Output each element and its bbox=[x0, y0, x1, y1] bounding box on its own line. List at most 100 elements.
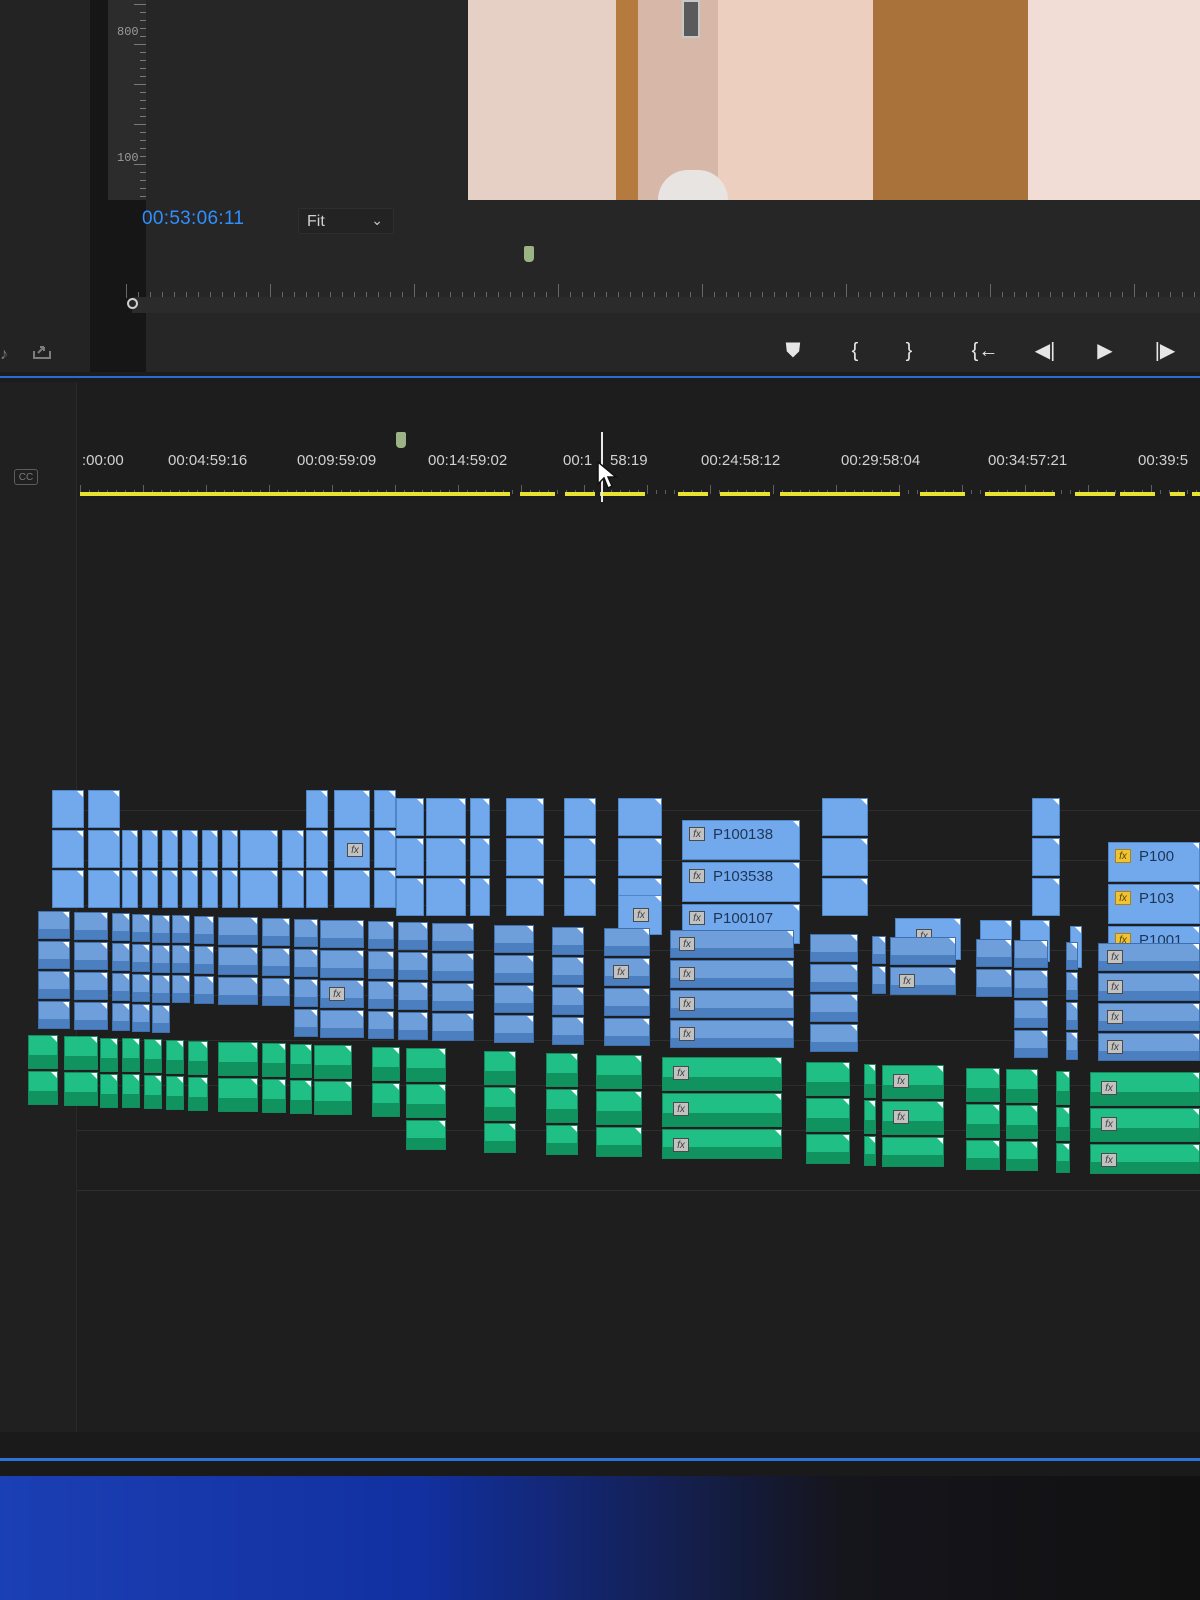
video-clip[interactable] bbox=[822, 878, 868, 916]
audio-clip[interactable] bbox=[966, 1140, 1000, 1170]
audio-clip[interactable] bbox=[166, 1076, 184, 1110]
play-button[interactable]: ▶ bbox=[1088, 336, 1122, 366]
audio-clip[interactable] bbox=[398, 952, 428, 980]
audio-clip[interactable] bbox=[172, 975, 190, 1003]
audio-clip[interactable] bbox=[596, 1127, 642, 1157]
video-clip[interactable] bbox=[52, 870, 84, 908]
audio-clip[interactable] bbox=[188, 1041, 208, 1075]
audio-clip[interactable] bbox=[1006, 1105, 1038, 1139]
audio-clip[interactable] bbox=[262, 978, 290, 1006]
audio-clip[interactable] bbox=[112, 973, 130, 1001]
audio-clip[interactable] bbox=[262, 948, 290, 976]
video-clip[interactable] bbox=[374, 830, 396, 868]
audio-clip[interactable] bbox=[398, 922, 428, 950]
step-forward-button[interactable]: |▶ bbox=[1148, 336, 1182, 366]
audio-clip[interactable] bbox=[1014, 970, 1048, 998]
audio-clip[interactable] bbox=[1056, 1143, 1070, 1173]
fx-icon[interactable]: fx bbox=[689, 827, 705, 841]
fx-icon[interactable]: fx bbox=[679, 967, 695, 981]
audio-clip[interactable] bbox=[494, 1015, 534, 1043]
audio-clip[interactable] bbox=[810, 964, 858, 992]
fx-icon[interactable]: fx bbox=[1101, 1153, 1117, 1167]
audio-clip[interactable] bbox=[100, 1074, 118, 1108]
video-clip[interactable] bbox=[122, 870, 138, 908]
video-clip[interactable] bbox=[564, 878, 596, 916]
monitor-playhead-handle[interactable] bbox=[127, 298, 138, 309]
audio-clip[interactable] bbox=[294, 1009, 318, 1037]
audio-clip[interactable] bbox=[144, 1039, 162, 1073]
audio-clip[interactable]: fx bbox=[670, 1020, 794, 1048]
fx-icon[interactable]: fx bbox=[673, 1138, 689, 1152]
audio-clip[interactable] bbox=[1066, 972, 1078, 1000]
monitor-time-ruler[interactable] bbox=[126, 276, 1200, 298]
video-clip[interactable] bbox=[162, 870, 178, 908]
video-clip[interactable] bbox=[222, 870, 238, 908]
audio-clip[interactable] bbox=[320, 920, 364, 948]
fx-icon[interactable]: fx bbox=[679, 937, 695, 951]
audio-clip[interactable] bbox=[314, 1045, 352, 1079]
video-clip[interactable] bbox=[202, 830, 218, 868]
fx-icon[interactable]: fx bbox=[1107, 950, 1123, 964]
audio-clip[interactable] bbox=[976, 969, 1012, 997]
audio-clip[interactable] bbox=[218, 1078, 258, 1112]
audio-clip[interactable] bbox=[976, 939, 1012, 967]
audio-clip[interactable] bbox=[806, 1098, 850, 1132]
audio-clip[interactable]: fx bbox=[662, 1129, 782, 1159]
audio-clip[interactable] bbox=[74, 942, 108, 970]
audio-clip[interactable]: fx bbox=[670, 930, 794, 958]
monitor-marker[interactable] bbox=[524, 246, 534, 262]
audio-clip[interactable]: fx bbox=[890, 967, 956, 995]
audio-clip[interactable] bbox=[398, 1012, 428, 1040]
video-clip[interactable] bbox=[470, 838, 490, 876]
audio-clip[interactable] bbox=[372, 1047, 400, 1081]
audio-clip[interactable]: fx bbox=[1090, 1144, 1200, 1174]
video-clip[interactable] bbox=[306, 870, 328, 908]
audio-clip[interactable] bbox=[152, 1005, 170, 1033]
video-clip[interactable]: fx P100138 bbox=[682, 820, 800, 860]
audio-clip[interactable] bbox=[1056, 1071, 1070, 1105]
video-clip[interactable] bbox=[426, 798, 466, 836]
video-clip[interactable] bbox=[618, 838, 662, 876]
audio-clip[interactable] bbox=[294, 949, 318, 977]
audio-clip[interactable] bbox=[552, 987, 584, 1015]
video-clip[interactable] bbox=[334, 790, 370, 828]
add-marker-button[interactable]: ⛊ bbox=[776, 336, 810, 366]
audio-clip[interactable] bbox=[494, 955, 534, 983]
audio-clip[interactable] bbox=[546, 1053, 578, 1087]
audio-clip[interactable] bbox=[152, 945, 170, 973]
audio-clip[interactable] bbox=[552, 1017, 584, 1045]
audio-clip[interactable] bbox=[432, 983, 474, 1011]
audio-clip[interactable] bbox=[810, 994, 858, 1022]
fx-icon[interactable]: fx bbox=[689, 869, 705, 883]
video-clip[interactable] bbox=[334, 870, 370, 908]
audio-clip[interactable] bbox=[132, 1004, 150, 1032]
fx-icon[interactable]: fx bbox=[893, 1110, 909, 1124]
audio-clip[interactable] bbox=[596, 1091, 642, 1125]
audio-clip[interactable] bbox=[262, 1043, 286, 1077]
audio-clip[interactable] bbox=[172, 945, 190, 973]
fx-icon[interactable]: fx bbox=[1115, 891, 1131, 905]
audio-clip[interactable] bbox=[28, 1071, 58, 1105]
fx-icon[interactable]: fx bbox=[1101, 1117, 1117, 1131]
audio-clip[interactable] bbox=[1014, 940, 1048, 968]
audio-clip[interactable]: fx bbox=[604, 958, 650, 986]
video-clip[interactable] bbox=[182, 830, 198, 868]
go-to-in-button[interactable]: {← bbox=[968, 336, 1002, 366]
audio-clip[interactable] bbox=[194, 946, 214, 974]
fx-icon[interactable]: fx bbox=[633, 908, 649, 922]
captions-icon[interactable]: CC bbox=[14, 469, 38, 485]
audio-clip[interactable] bbox=[604, 928, 650, 956]
playhead-timecode[interactable]: 00:53:06:11 bbox=[142, 208, 244, 230]
audio-clip[interactable] bbox=[152, 915, 170, 943]
audio-clip[interactable] bbox=[320, 1010, 364, 1038]
audio-clip[interactable] bbox=[432, 1013, 474, 1041]
video-clip[interactable] bbox=[374, 870, 396, 908]
video-clip[interactable] bbox=[426, 878, 466, 916]
audio-clip[interactable] bbox=[1066, 1002, 1078, 1030]
audio-clip[interactable] bbox=[872, 966, 886, 994]
audio-clip[interactable] bbox=[218, 1042, 258, 1076]
video-clip[interactable] bbox=[202, 870, 218, 908]
video-clip[interactable] bbox=[88, 870, 120, 908]
audio-clip[interactable] bbox=[1014, 1000, 1048, 1028]
audio-clip[interactable]: fx bbox=[670, 990, 794, 1018]
